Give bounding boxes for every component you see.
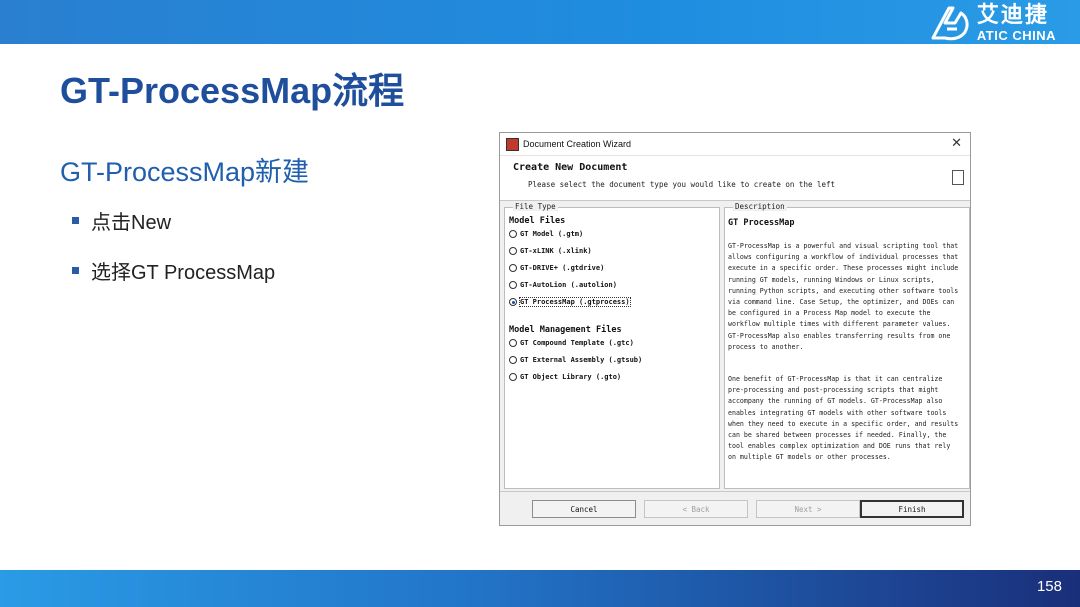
header-title: Create New Document	[513, 162, 628, 173]
radio-label: GT Compound Template (.gtc)	[520, 339, 634, 347]
description-paragraph: GT-ProcessMap is a powerful and visual s…	[728, 242, 959, 351]
description-paragraph: One benefit of GT-ProcessMap is that it …	[728, 375, 959, 462]
description-legend: Description	[733, 202, 787, 211]
bullet-square-icon	[72, 266, 79, 274]
radio-gt-autolion[interactable]: GT-AutoLion (.autolion)	[509, 281, 617, 289]
radio-gt-compound-template[interactable]: GT Compound Template (.gtc)	[509, 339, 634, 347]
model-files-heading: Model Files	[509, 216, 566, 226]
radio-gt-external-assembly[interactable]: GT External Assembly (.gtsub)	[509, 356, 642, 364]
radio-gt-processmap[interactable]: GT ProcessMap (.gtprocess)	[509, 297, 631, 307]
radio-label: GT External Assembly (.gtsub)	[520, 356, 643, 364]
radio-gt-model[interactable]: GT Model (.gtm)	[509, 230, 583, 238]
description-group: Description GT ProcessMap GT-ProcessMap …	[724, 202, 970, 489]
back-button[interactable]: < Back	[644, 500, 748, 518]
radio-button-icon	[509, 230, 517, 238]
radio-gt-object-library[interactable]: GT Object Library (.gto)	[509, 373, 621, 381]
logo-chinese-text: 艾迪捷	[976, 2, 1049, 28]
radio-gt-xlink[interactable]: GT-xLINK (.xlink)	[509, 247, 592, 255]
page-number: 158	[1036, 578, 1062, 595]
atic-logo-icon	[931, 6, 969, 41]
next-button[interactable]: Next >	[756, 500, 860, 518]
file-type-group: File Type Model Files GT Model (.gtm) GT…	[504, 202, 720, 489]
radio-button-icon	[509, 281, 517, 289]
radio-label: GT Model (.gtm)	[520, 230, 584, 238]
radio-button-selected-icon	[509, 298, 517, 306]
slide-subtitle: GT-ProcessMap新建	[60, 157, 310, 187]
radio-label: GT-DRIVE+ (.gtdrive)	[520, 264, 605, 272]
radio-button-icon	[509, 356, 517, 364]
file-type-legend: File Type	[513, 202, 558, 211]
model-management-heading: Model Management Files	[509, 325, 622, 335]
header-subtitle: Please select the document type you woul…	[528, 180, 836, 189]
bullet-text: 选择GT ProcessMap	[91, 261, 276, 284]
dialog-header: Create New Document Please select the do…	[500, 156, 970, 201]
radio-button-icon	[509, 373, 517, 381]
radio-button-icon	[509, 339, 517, 347]
dialog-title: Document Creation Wizard	[523, 139, 632, 149]
bullet-item: 选择GT ProcessMap	[72, 255, 275, 285]
bullet-square-icon	[72, 216, 79, 224]
bullet-text: 点击New	[91, 211, 172, 234]
radio-button-icon	[509, 264, 517, 272]
finish-button[interactable]: Finish	[860, 500, 964, 518]
close-icon[interactable]: ✕	[951, 136, 962, 151]
company-logo: 艾迪捷 ATIC CHINA	[931, 4, 1056, 42]
cancel-button[interactable]: Cancel	[532, 500, 636, 518]
radio-button-icon	[509, 247, 517, 255]
top-banner: 艾迪捷 ATIC CHINA	[0, 0, 1080, 44]
radio-label: GT-AutoLion (.autolion)	[520, 281, 617, 289]
description-title: GT ProcessMap	[728, 218, 795, 228]
dialog-footer: Cancel < Back Next > Finish	[500, 491, 970, 526]
bullet-item: 点击New	[72, 205, 275, 235]
radio-label: GT Object Library (.gto)	[520, 373, 622, 381]
radio-gt-drive[interactable]: GT-DRIVE+ (.gtdrive)	[509, 264, 604, 272]
bullet-list: 点击New 选择GT ProcessMap	[72, 205, 275, 305]
document-creation-wizard: Document Creation Wizard ✕ Create New Do…	[499, 132, 971, 526]
radio-label: GT ProcessMap (.gtprocess)	[519, 297, 631, 307]
slide-title: GT-ProcessMap流程	[60, 70, 405, 111]
logo-english-text: ATIC CHINA	[976, 27, 1056, 43]
bottom-banner: 158	[0, 570, 1080, 607]
dialog-titlebar: Document Creation Wizard ✕	[500, 133, 970, 156]
radio-label: GT-xLINK (.xlink)	[520, 247, 592, 255]
app-icon	[506, 137, 519, 151]
document-icon	[952, 170, 964, 185]
